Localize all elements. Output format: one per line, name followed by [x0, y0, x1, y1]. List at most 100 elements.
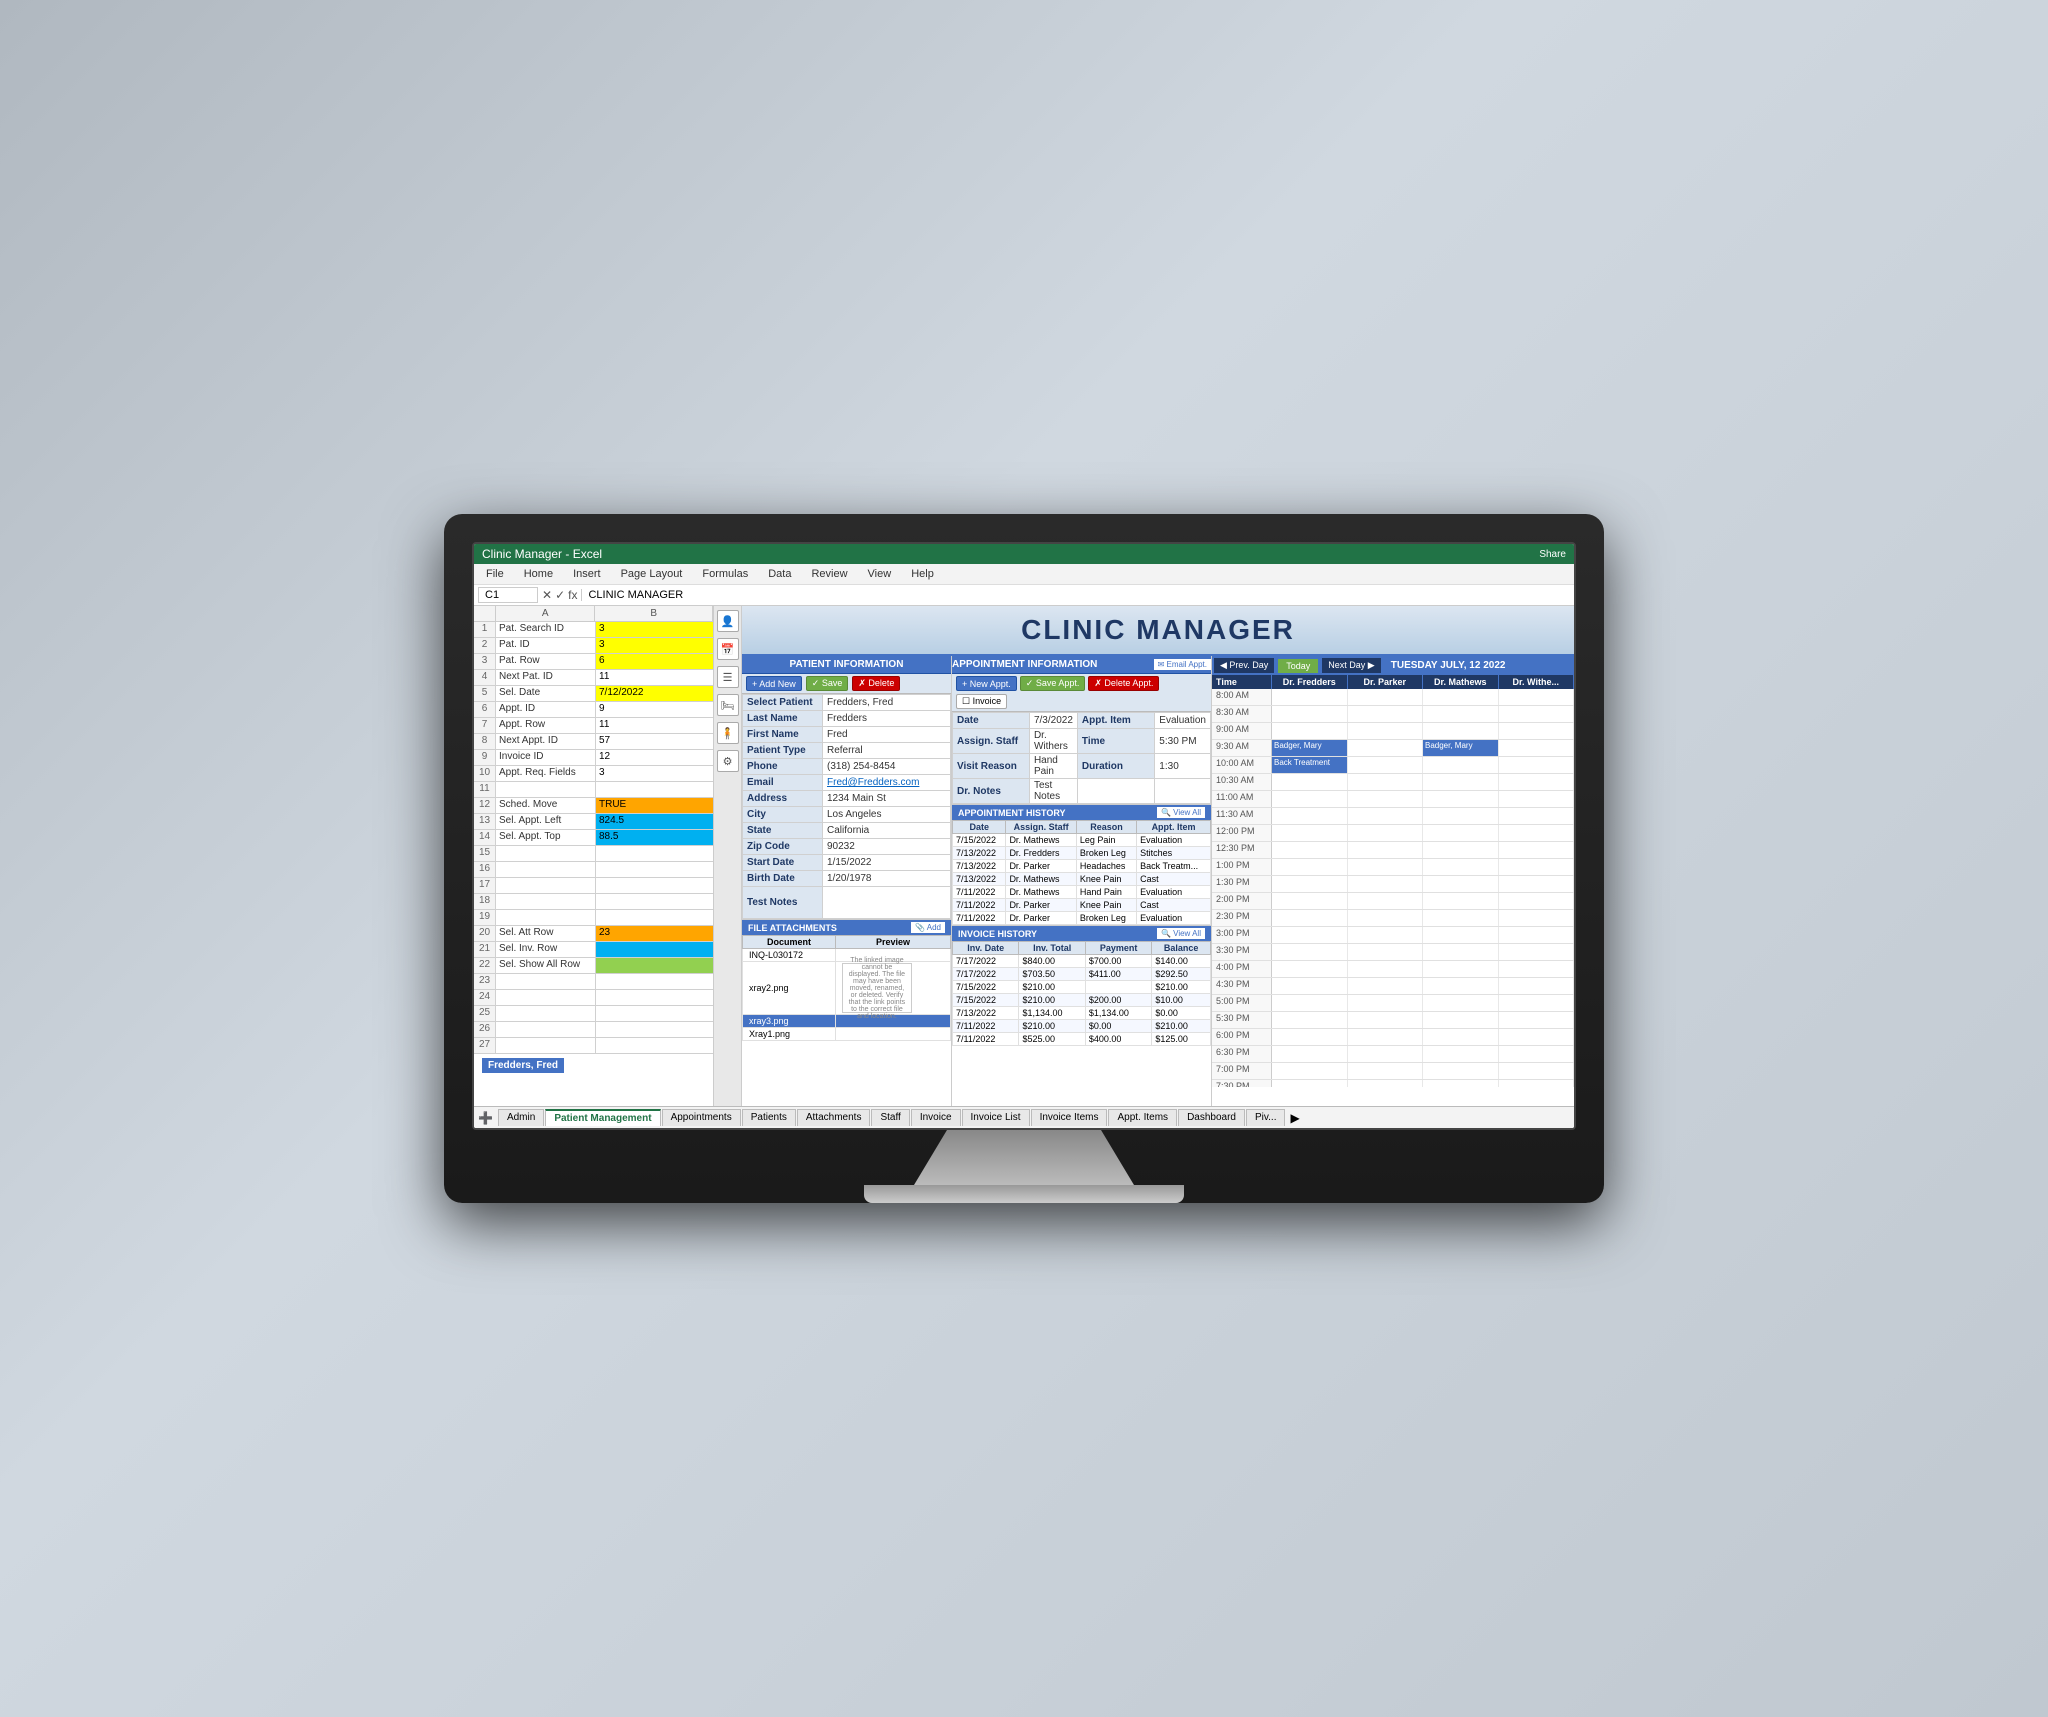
cell-a-25[interactable]: [496, 1006, 596, 1022]
inv-hist-row[interactable]: 7/15/2022$210.00$200.00$10.00: [953, 994, 1211, 1007]
next-day-button[interactable]: Next Day ▶: [1322, 658, 1380, 673]
cell-b-26[interactable]: [596, 1022, 714, 1038]
appointment-slot[interactable]: [1499, 961, 1575, 977]
appointment-slot[interactable]: [1499, 1080, 1575, 1087]
inv-hist-row[interactable]: 7/15/2022$210.00$210.00: [953, 981, 1211, 994]
today-button[interactable]: Today: [1278, 659, 1318, 673]
cell-a-22[interactable]: Sel. Show All Row: [496, 958, 596, 974]
menu-view[interactable]: View: [864, 566, 896, 582]
patient-field-value[interactable]: Fredders: [823, 711, 951, 727]
invoice-button[interactable]: ☐ Invoice: [956, 694, 1007, 709]
cell-a-14[interactable]: Sel. Appt. Top: [496, 830, 596, 846]
appt-left-value[interactable]: Hand Pain: [1029, 754, 1077, 779]
appointment-slot[interactable]: [1272, 995, 1348, 1011]
appointment-slot[interactable]: [1348, 1029, 1424, 1045]
appointment-slot[interactable]: Badger, Mary: [1272, 740, 1348, 756]
patient-icon[interactable]: 👤: [717, 610, 739, 632]
cell-a-5[interactable]: Sel. Date: [496, 686, 596, 702]
cell-a-2[interactable]: Pat. ID: [496, 638, 596, 654]
cell-a-20[interactable]: Sel. Att Row: [496, 926, 596, 942]
cell-b-24[interactable]: [596, 990, 714, 1006]
appointment-slot[interactable]: [1499, 1012, 1575, 1028]
patient-field-value[interactable]: 1/20/1978: [823, 871, 951, 887]
file-row[interactable]: xray2.pngThe linked image cannot be disp…: [743, 962, 951, 1015]
cell-b-7[interactable]: 11: [596, 718, 714, 734]
appointment-slot[interactable]: [1272, 910, 1348, 926]
appointment-slot[interactable]: [1348, 791, 1424, 807]
cell-b-11[interactable]: [596, 782, 714, 798]
inv-hist-row[interactable]: 7/11/2022$210.00$0.00$210.00: [953, 1020, 1211, 1033]
appointment-slot[interactable]: [1423, 791, 1499, 807]
appointment-slot[interactable]: [1348, 859, 1424, 875]
cell-a-26[interactable]: [496, 1022, 596, 1038]
appointment-slot[interactable]: [1272, 944, 1348, 960]
appointment-slot[interactable]: [1499, 706, 1575, 722]
appt-hist-row[interactable]: 7/11/2022Dr. MathewsHand PainEvaluation: [953, 886, 1211, 899]
sheet-tab-invoice-list[interactable]: Invoice List: [962, 1109, 1030, 1126]
appointment-slot[interactable]: [1499, 1046, 1575, 1062]
cell-a-8[interactable]: Next Appt. ID: [496, 734, 596, 750]
appointment-slot[interactable]: [1423, 1080, 1499, 1087]
cell-a-11[interactable]: [496, 782, 596, 798]
appointment-slot[interactable]: [1499, 1029, 1575, 1045]
menu-help[interactable]: Help: [907, 566, 938, 582]
appointment-slot[interactable]: [1348, 723, 1424, 739]
sheet-tab-admin[interactable]: Admin: [498, 1109, 544, 1126]
bed-icon[interactable]: 🛏: [717, 694, 739, 716]
cell-b-14[interactable]: 88.5: [596, 830, 714, 846]
calendar-icon[interactable]: 📅: [717, 638, 739, 660]
cell-b-27[interactable]: [596, 1038, 714, 1054]
cell-a-19[interactable]: [496, 910, 596, 926]
appointment-slot[interactable]: [1423, 757, 1499, 773]
appointment-slot[interactable]: [1348, 825, 1424, 841]
menu-formulas[interactable]: Formulas: [698, 566, 752, 582]
appointment-slot[interactable]: [1348, 944, 1424, 960]
appointment-slot[interactable]: [1499, 927, 1575, 943]
appointment-slot[interactable]: [1423, 944, 1499, 960]
appointment-slot[interactable]: [1348, 995, 1424, 1011]
patient-field-value[interactable]: Los Angeles: [823, 807, 951, 823]
appointment-slot[interactable]: [1499, 893, 1575, 909]
appointment-slot[interactable]: [1272, 893, 1348, 909]
appointment-slot[interactable]: [1272, 1063, 1348, 1079]
appt-right-value[interactable]: 1:30: [1155, 754, 1211, 779]
appointment-slot[interactable]: [1272, 791, 1348, 807]
inv-hist-row[interactable]: 7/17/2022$703.50$411.00$292.50: [953, 968, 1211, 981]
cell-a-1[interactable]: Pat. Search ID: [496, 622, 596, 638]
appointment-slot[interactable]: [1499, 995, 1575, 1011]
fx-icon[interactable]: fx: [568, 588, 577, 602]
patient-field-value[interactable]: 1/15/2022: [823, 855, 951, 871]
appointment-slot[interactable]: [1423, 893, 1499, 909]
patient-field-value[interactable]: Referral: [823, 743, 951, 759]
appointment-slot[interactable]: [1272, 825, 1348, 841]
appointment-slot[interactable]: [1423, 995, 1499, 1011]
appointment-slot[interactable]: [1348, 893, 1424, 909]
appointment-slot[interactable]: [1348, 774, 1424, 790]
appointment-slot[interactable]: [1272, 927, 1348, 943]
cell-b-25[interactable]: [596, 1006, 714, 1022]
appointment-slot[interactable]: [1272, 689, 1348, 705]
cell-a-12[interactable]: Sched. Move: [496, 798, 596, 814]
appointment-slot[interactable]: [1499, 740, 1575, 756]
appt-left-value[interactable]: Dr. Withers: [1029, 729, 1077, 754]
menu-review[interactable]: Review: [807, 566, 851, 582]
appointment-slot[interactable]: [1423, 927, 1499, 943]
appointment-slot[interactable]: [1272, 859, 1348, 875]
list-icon[interactable]: ☰: [717, 666, 739, 688]
menu-page-layout[interactable]: Page Layout: [617, 566, 687, 582]
inv-hist-row[interactable]: 7/13/2022$1,134.00$1,134.00$0.00: [953, 1007, 1211, 1020]
cell-b-15[interactable]: [596, 846, 714, 862]
appointment-slot[interactable]: [1499, 791, 1575, 807]
appointment-slot[interactable]: [1423, 1029, 1499, 1045]
sheet-tab-appt.-items[interactable]: Appt. Items: [1108, 1109, 1177, 1126]
appointment-slot[interactable]: [1423, 689, 1499, 705]
cell-b-19[interactable]: [596, 910, 714, 926]
appointment-slot[interactable]: [1499, 808, 1575, 824]
appointment-slot[interactable]: [1499, 1063, 1575, 1079]
appointment-slot[interactable]: [1423, 876, 1499, 892]
prev-day-button[interactable]: ◀ Prev. Day: [1214, 658, 1274, 673]
appt-hist-row[interactable]: 7/11/2022Dr. ParkerBroken LegEvaluation: [953, 912, 1211, 925]
cell-a-21[interactable]: Sel. Inv. Row: [496, 942, 596, 958]
add-file-button[interactable]: 📎 Add: [911, 922, 945, 933]
patient-field-value[interactable]: [823, 887, 951, 919]
